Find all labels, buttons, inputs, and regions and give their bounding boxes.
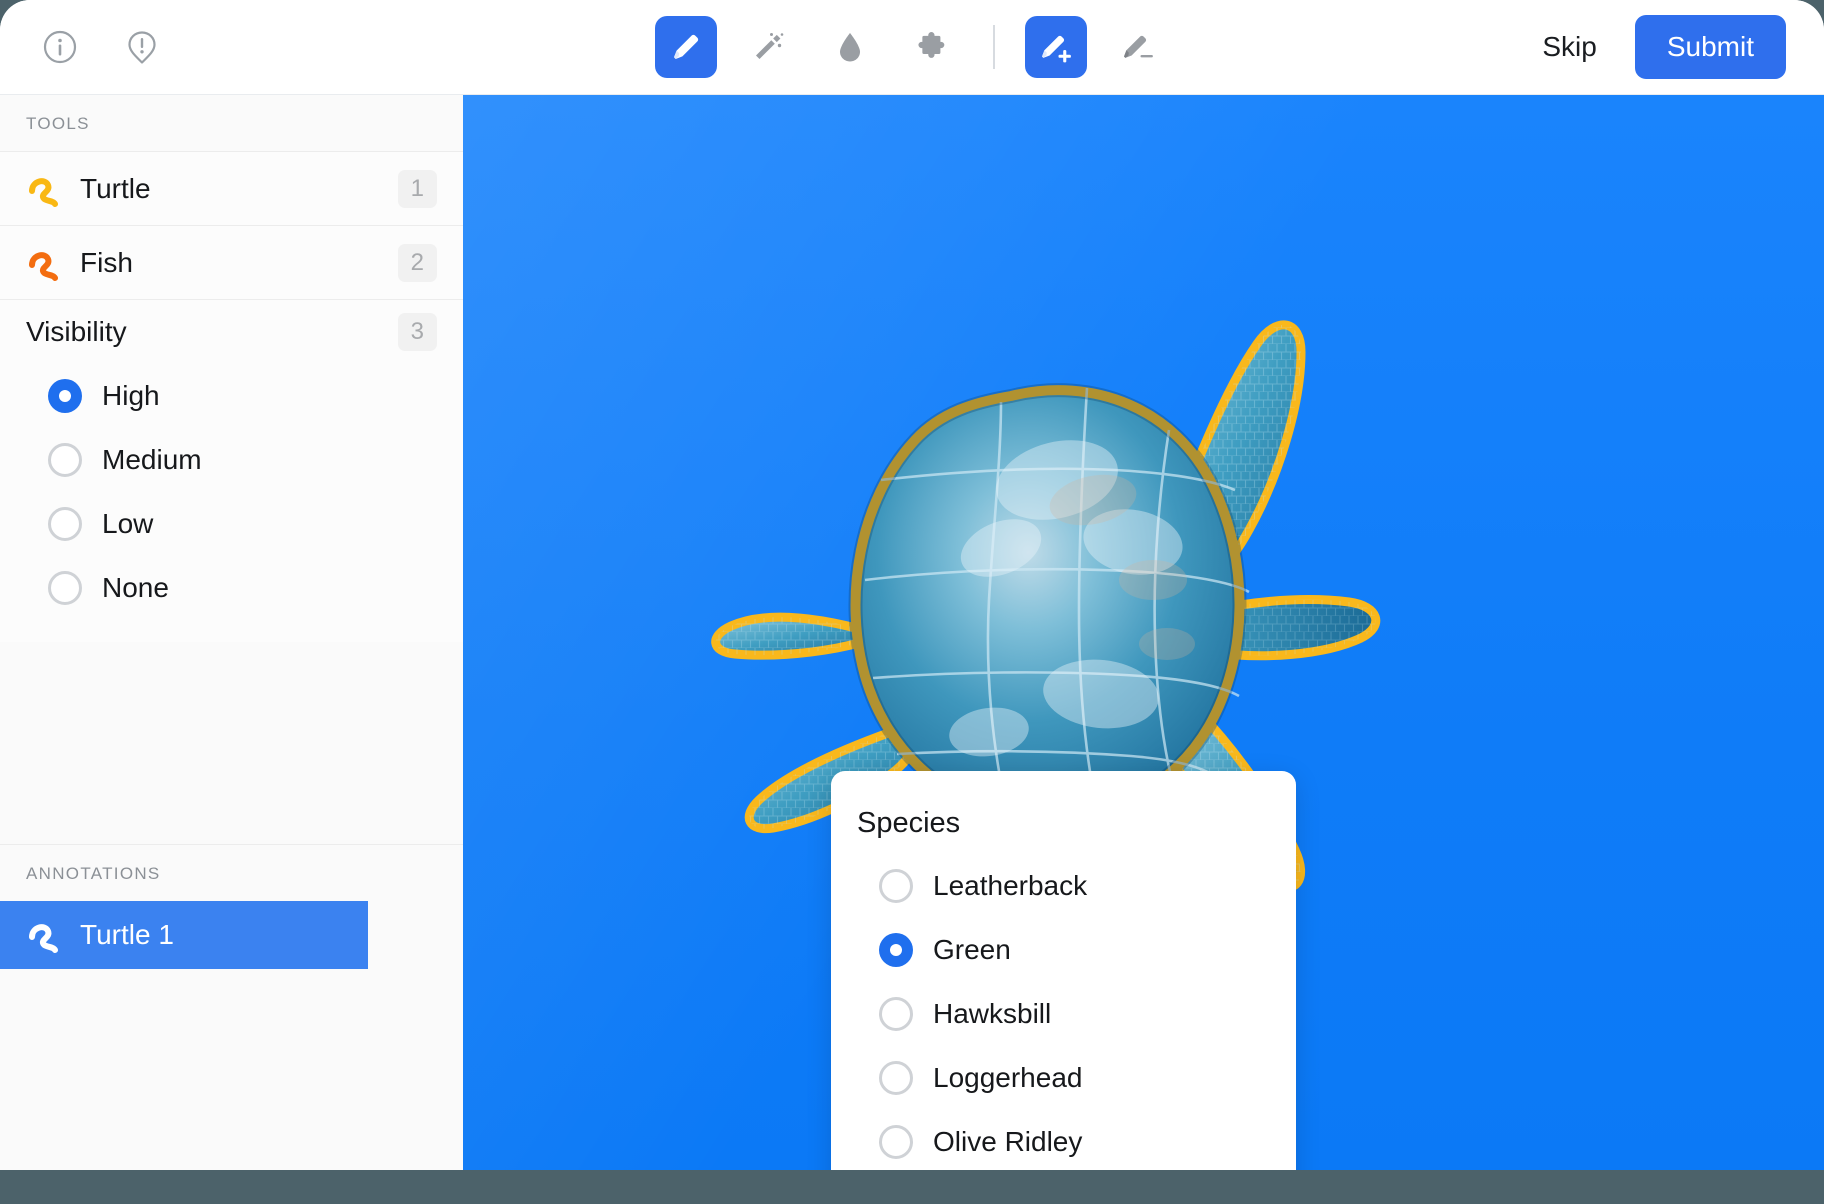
sidebar-tool-shortcut: 1 bbox=[398, 170, 437, 208]
radio-button[interactable] bbox=[879, 933, 913, 967]
annotation-item-turtle-1[interactable]: Turtle 1 bbox=[0, 901, 368, 969]
radio-button[interactable] bbox=[879, 1125, 913, 1159]
app-window: Skip Submit TOOLS Turtle 1 bbox=[0, 0, 1824, 1170]
puzzle-piece-tool[interactable] bbox=[901, 16, 963, 78]
tools-section-header: TOOLS bbox=[0, 95, 463, 152]
workspace: TOOLS Turtle 1 Fish 2 bbox=[0, 95, 1824, 1170]
magic-wand-tool[interactable] bbox=[737, 16, 799, 78]
radio-button[interactable] bbox=[48, 507, 82, 541]
annotations-section-header: ANNOTATIONS bbox=[0, 844, 463, 901]
visibility-option-low[interactable]: Low bbox=[0, 492, 463, 556]
radio-label: Low bbox=[102, 508, 153, 540]
sidebar-spacer bbox=[0, 642, 463, 844]
top-toolbar: Skip Submit bbox=[0, 0, 1824, 95]
species-option-green[interactable]: Green bbox=[831, 918, 1296, 982]
visibility-option-medium[interactable]: Medium bbox=[0, 428, 463, 492]
annotations-list-spacer bbox=[0, 969, 463, 1171]
pencil-minus-tool[interactable] bbox=[1107, 16, 1169, 78]
species-popup-title: Species bbox=[831, 799, 1296, 854]
visibility-option-none[interactable]: None bbox=[0, 556, 463, 620]
sidebar-tool-turtle[interactable]: Turtle 1 bbox=[0, 152, 463, 226]
annotation-tool-group bbox=[655, 16, 1169, 78]
topbar-actions: Skip Submit bbox=[1538, 15, 1824, 79]
annotation-squiggle-icon bbox=[26, 915, 68, 955]
radio-label: High bbox=[102, 380, 160, 412]
sidebar-tool-shortcut: 2 bbox=[398, 244, 437, 282]
radio-label: Medium bbox=[102, 444, 202, 476]
radio-button[interactable] bbox=[879, 1061, 913, 1095]
species-option-hawksbill[interactable]: Hawksbill bbox=[831, 982, 1296, 1046]
visibility-shortcut: 3 bbox=[398, 313, 437, 351]
fish-squiggle-icon bbox=[26, 243, 68, 283]
info-icon[interactable] bbox=[40, 27, 80, 67]
species-option-label: Loggerhead bbox=[933, 1062, 1082, 1094]
species-popup: Species Leatherback Green Hawksbill Logg… bbox=[831, 771, 1296, 1170]
radio-button[interactable] bbox=[48, 571, 82, 605]
toolbar-divider bbox=[993, 25, 995, 69]
visibility-header: Visibility 3 bbox=[0, 300, 463, 364]
species-option-label: Olive Ridley bbox=[933, 1126, 1082, 1158]
radio-button[interactable] bbox=[48, 443, 82, 477]
radio-button[interactable] bbox=[879, 997, 913, 1031]
species-option-label: Hawksbill bbox=[933, 998, 1051, 1030]
image-canvas[interactable]: Species Leatherback Green Hawksbill Logg… bbox=[463, 95, 1824, 1170]
radio-label: None bbox=[102, 572, 169, 604]
visibility-option-high[interactable]: High bbox=[0, 364, 463, 428]
left-sidebar: TOOLS Turtle 1 Fish 2 bbox=[0, 95, 463, 1170]
water-drop-tool[interactable] bbox=[819, 16, 881, 78]
skip-button[interactable]: Skip bbox=[1538, 23, 1600, 71]
radio-button[interactable] bbox=[48, 379, 82, 413]
annotation-item-label: Turtle 1 bbox=[80, 919, 174, 951]
turtle-squiggle-icon bbox=[26, 169, 68, 209]
sidebar-tool-label: Turtle bbox=[80, 173, 398, 205]
species-option-leatherback[interactable]: Leatherback bbox=[831, 854, 1296, 918]
species-option-label: Leatherback bbox=[933, 870, 1087, 902]
submit-button[interactable]: Submit bbox=[1635, 15, 1786, 79]
species-option-loggerhead[interactable]: Loggerhead bbox=[831, 1046, 1296, 1110]
pencil-plus-tool[interactable] bbox=[1025, 16, 1087, 78]
species-option-olive-ridley[interactable]: Olive Ridley bbox=[831, 1110, 1296, 1170]
alert-pin-icon[interactable] bbox=[122, 27, 162, 67]
pencil-tool[interactable] bbox=[655, 16, 717, 78]
sidebar-tool-label: Fish bbox=[80, 247, 398, 279]
radio-button[interactable] bbox=[879, 869, 913, 903]
topbar-left-icons bbox=[0, 27, 162, 67]
species-option-label: Green bbox=[933, 934, 1011, 966]
sidebar-tool-fish[interactable]: Fish 2 bbox=[0, 226, 463, 300]
visibility-title: Visibility bbox=[26, 316, 398, 348]
visibility-group: Visibility 3 High Medium Low None bbox=[0, 300, 463, 642]
